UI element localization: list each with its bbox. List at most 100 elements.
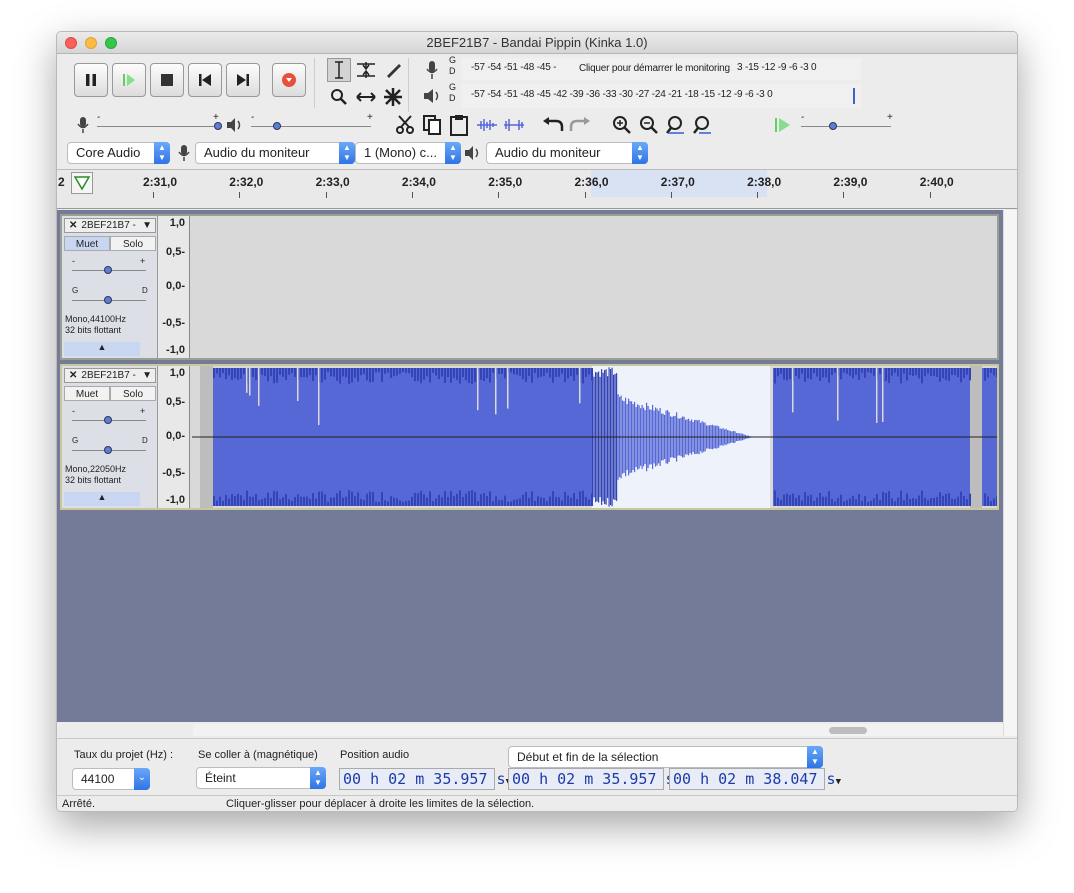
play-head-button[interactable] bbox=[71, 172, 93, 194]
pan-slider-knob[interactable] bbox=[104, 446, 112, 454]
fit-project-icon[interactable] bbox=[691, 113, 715, 137]
waveform-peak bbox=[435, 368, 437, 376]
waveform-peak bbox=[255, 493, 257, 506]
track-vertical-ruler[interactable]: 1,0 0,5- 0,0- -0,5- -1,0 bbox=[158, 366, 190, 508]
stop-button[interactable] bbox=[150, 63, 184, 97]
cut-icon[interactable] bbox=[393, 113, 417, 137]
undo-icon[interactable] bbox=[541, 113, 565, 137]
waveform-peak bbox=[411, 497, 413, 506]
status-state: Arrêté. bbox=[62, 798, 96, 810]
waveform-peak bbox=[885, 492, 887, 506]
envelope-tool-icon[interactable] bbox=[354, 58, 378, 82]
vertical-scrollbar[interactable] bbox=[1003, 210, 1017, 736]
waveform-peak bbox=[573, 493, 575, 506]
gain-slider-knob[interactable] bbox=[104, 266, 112, 274]
recording-device-select[interactable]: Audio du moniteur ▲ ▼ bbox=[195, 142, 355, 164]
time-shift-tool-icon[interactable] bbox=[354, 85, 378, 109]
paste-icon[interactable] bbox=[447, 113, 471, 137]
close-icon[interactable]: ✕ bbox=[65, 220, 81, 231]
close-icon[interactable]: ✕ bbox=[65, 370, 81, 381]
track-name-menu[interactable]: ✕ 2BEF21B7 - ▼ bbox=[64, 218, 156, 233]
monitoring-prompt[interactable]: Cliquer pour démarrer le monitoring bbox=[579, 63, 730, 74]
waveform-peak bbox=[876, 493, 878, 506]
copy-icon[interactable] bbox=[420, 113, 444, 137]
playback-meter[interactable]: -57 -54 -51 -48 -45 -42 -39 -36 -33 -30 … bbox=[461, 84, 861, 108]
playback-meter-speaker-icon[interactable] bbox=[420, 84, 444, 108]
triangle-up-icon: ▲ bbox=[97, 492, 107, 502]
waveform-peak bbox=[789, 368, 791, 380]
waveform-peak bbox=[987, 496, 989, 506]
play-speed-slider[interactable]: - + bbox=[801, 112, 895, 135]
zoom-out-icon[interactable] bbox=[637, 113, 661, 137]
waveform-peak bbox=[798, 368, 800, 379]
solo-button[interactable]: Solo bbox=[110, 236, 156, 251]
zoom-tool-icon[interactable] bbox=[327, 85, 351, 109]
mute-button[interactable]: Muet bbox=[64, 386, 110, 401]
ruler-tick-label: 2:34,0 bbox=[401, 175, 436, 189]
waveform-peak bbox=[297, 494, 299, 506]
draw-tool-icon[interactable] bbox=[381, 58, 405, 82]
waveform-peak bbox=[234, 368, 236, 378]
track-waveform-empty[interactable] bbox=[192, 216, 997, 358]
pan-slider-knob[interactable] bbox=[104, 296, 112, 304]
waveform-peak bbox=[324, 368, 326, 380]
gain-slider-knob[interactable] bbox=[104, 416, 112, 424]
fit-selection-icon[interactable] bbox=[664, 113, 688, 137]
waveform-peak bbox=[531, 491, 533, 506]
waveform-peak bbox=[219, 496, 221, 506]
waveform-peak bbox=[429, 368, 431, 383]
waveform-peak bbox=[996, 496, 997, 506]
multi-tool-icon[interactable] bbox=[381, 85, 405, 109]
record-meter[interactable]: -57 -54 -51 -48 -45 - Cliquer pour démar… bbox=[461, 58, 861, 80]
waveform-peak bbox=[846, 368, 848, 374]
pause-button[interactable] bbox=[74, 63, 108, 97]
waveform-peak bbox=[456, 368, 458, 381]
recording-volume-slider[interactable]: - + bbox=[97, 112, 225, 135]
audio-host-select[interactable]: Core Audio ▲ ▼ bbox=[67, 142, 170, 164]
record-meter-mic-icon[interactable] bbox=[420, 58, 444, 82]
recording-channels-select[interactable]: 1 (Mono) c... ▲ ▼ bbox=[355, 142, 461, 164]
selection-mode-select[interactable]: Début et fin de la sélection ▲ ▼ bbox=[508, 746, 823, 768]
waveform-peak bbox=[537, 496, 539, 506]
solo-button[interactable]: Solo bbox=[110, 386, 156, 401]
selection-start-field[interactable]: 00 h 02 m 35.957 s▼ bbox=[508, 768, 680, 790]
waveform-peak bbox=[570, 368, 572, 377]
audio-position-field[interactable]: 00 h 02 m 35.957 s▼ bbox=[339, 768, 511, 790]
close-window-button[interactable] bbox=[65, 37, 77, 49]
project-rate-select[interactable]: 44100 ⌄ bbox=[72, 768, 150, 790]
collapse-track-button[interactable]: ▲ bbox=[64, 492, 140, 506]
redo-icon[interactable] bbox=[568, 113, 592, 137]
waveform-peak bbox=[918, 368, 920, 379]
playback-device-select[interactable]: Audio du moniteur ▲ ▼ bbox=[486, 142, 648, 164]
waveform-peak bbox=[873, 498, 875, 506]
collapse-track-button[interactable]: ▲ bbox=[64, 342, 140, 356]
track-vertical-ruler[interactable]: 1,0 0,5- 0,0- -0,5- -1,0 bbox=[158, 216, 190, 358]
playback-volume-slider[interactable]: - + bbox=[251, 112, 375, 135]
skip-start-button[interactable] bbox=[188, 63, 222, 97]
silence-audio-icon[interactable] bbox=[502, 113, 526, 137]
waveform-peak bbox=[780, 500, 782, 506]
waveform-peak bbox=[426, 368, 428, 377]
timeline-ruler[interactable]: 2 2:31,0 2:32,0 2:33,0 2:34,0 2:35,0 2:36,0 2:… bbox=[57, 169, 1017, 209]
snap-to-select[interactable]: Éteint ▲ ▼ bbox=[196, 767, 326, 789]
waveform-peak bbox=[306, 496, 308, 506]
selection-end-field[interactable]: 00 h 02 m 38.047 s▼ bbox=[669, 768, 841, 790]
trim-audio-icon[interactable] bbox=[475, 113, 499, 137]
scrollbar-thumb[interactable] bbox=[829, 727, 867, 734]
minimize-window-button[interactable] bbox=[85, 37, 97, 49]
record-button[interactable] bbox=[272, 63, 306, 97]
waveform-peak bbox=[852, 368, 854, 379]
play-at-speed-icon[interactable] bbox=[771, 113, 795, 137]
waveform-peak bbox=[477, 501, 479, 506]
track-name-menu[interactable]: ✕ 2BEF21B7 - ▼ bbox=[64, 368, 156, 383]
selection-tool-icon[interactable] bbox=[327, 58, 351, 82]
zoom-window-button[interactable] bbox=[105, 37, 117, 49]
skip-end-button[interactable] bbox=[226, 63, 260, 97]
track-waveform[interactable] bbox=[192, 366, 997, 508]
play-button[interactable] bbox=[112, 63, 146, 97]
waveform-peak bbox=[276, 368, 278, 383]
horizontal-scrollbar[interactable] bbox=[193, 724, 1003, 736]
mute-button[interactable]: Muet bbox=[64, 236, 110, 251]
waveform-peak bbox=[366, 493, 368, 506]
zoom-in-icon[interactable] bbox=[610, 113, 634, 137]
